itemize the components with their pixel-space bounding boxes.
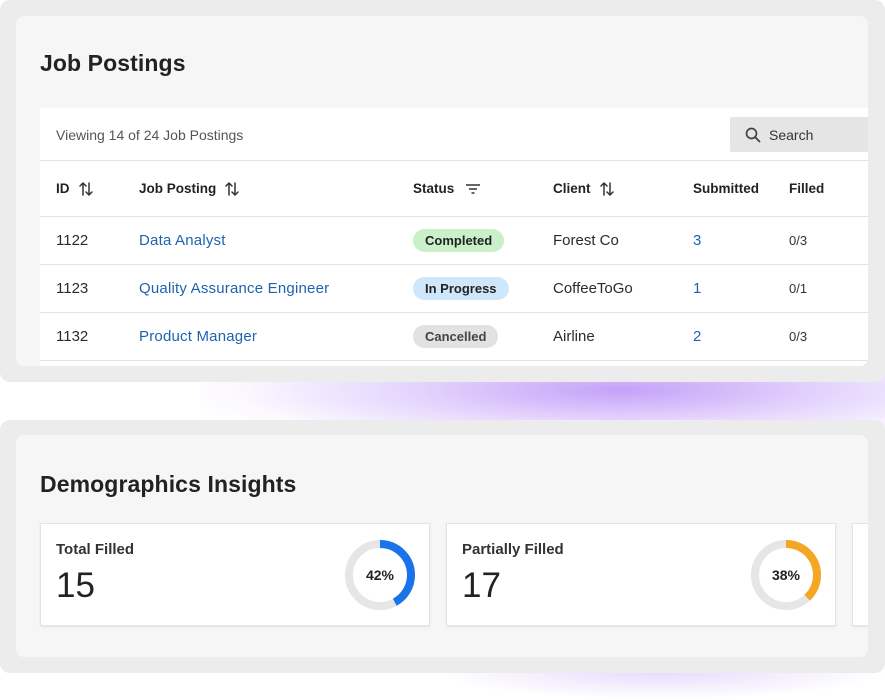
status-badge: In Progress [413,277,509,300]
column-header-job-posting-label: Job Posting [139,181,217,196]
table-row[interactable]: 1123 Quality Assurance Engineer In Progr… [40,265,868,313]
stat-value: 17 [462,566,501,605]
stat-card-partial[interactable] [852,523,868,626]
sort-icon[interactable] [78,181,93,197]
column-header-id-label: ID [56,181,70,196]
cell-filled: 0/3 [789,329,808,344]
cell-filled: 0/1 [789,281,808,296]
submitted-link[interactable]: 3 [693,217,702,264]
job-posting-link[interactable]: Data Analyst [139,217,226,264]
sort-icon[interactable] [599,181,614,197]
cell-client: Airline [553,328,595,345]
column-header-status-label: Status [413,181,455,196]
filter-icon[interactable] [465,183,481,195]
donut-percent: 38% [771,567,801,583]
demographics-panel: Demographics Insights Total Filled 15 42… [16,435,868,657]
column-header-client[interactable]: Client [553,161,614,216]
column-header-status[interactable]: Status [413,161,481,216]
table-row[interactable]: 1122 Data Analyst Completed Forest Co 3 … [40,217,868,265]
donut-chart: 38% [750,539,822,611]
search-icon [745,127,761,142]
job-postings-title: Job Postings [40,50,186,76]
search-label: Search [769,126,814,143]
column-header-job-posting[interactable]: Job Posting [139,161,239,216]
cell-status: Completed [413,217,505,264]
submitted-link[interactable]: 2 [693,313,702,360]
table-row[interactable]: 1132 Product Manager Cancelled Airline 2… [40,313,868,361]
cell-client: CoffeeToGo [553,280,633,297]
column-header-client-label: Client [553,181,591,196]
donut-chart: 42% [344,539,416,611]
submitted-link[interactable]: 1 [693,265,702,312]
donut-percent: 42% [365,567,395,583]
stat-label: Partially Filled [462,541,564,558]
job-posting-link[interactable]: Quality Assurance Engineer [139,265,329,312]
cell-id: 1132 [56,328,89,345]
table-header-row: ID Job Posting Status Client Submitted F… [40,161,868,217]
demographics-title: Demographics Insights [40,471,297,497]
stat-label: Total Filled [56,541,135,558]
sort-icon[interactable] [225,181,239,197]
status-badge: Completed [413,229,505,252]
viewing-count: Viewing 14 of 24 Job Postings [56,127,244,143]
cell-client: Forest Co [553,232,619,249]
column-header-filled[interactable]: Filled [789,161,824,216]
table-toolbar: Viewing 14 of 24 Job Postings Search [40,108,868,161]
column-header-id[interactable]: ID [56,161,93,216]
job-posting-link[interactable]: Product Manager [139,313,257,360]
stat-value: 15 [56,566,95,605]
job-postings-panel: Job Postings Viewing 14 of 24 Job Postin… [16,16,868,366]
stat-card-total-filled[interactable]: Total Filled 15 42% [40,523,430,626]
cell-status: In Progress [413,265,509,312]
job-postings-table: Viewing 14 of 24 Job Postings Search ID … [40,108,868,366]
cell-id: 1122 [56,232,89,249]
cell-id: 1123 [56,280,89,297]
stat-card-partially-filled[interactable]: Partially Filled 17 38% [446,523,836,626]
search-button[interactable]: Search [730,117,868,152]
status-badge: Cancelled [413,325,499,348]
cell-status: Cancelled [413,313,499,360]
cell-filled: 0/3 [789,233,808,248]
column-header-submitted[interactable]: Submitted [693,161,759,216]
